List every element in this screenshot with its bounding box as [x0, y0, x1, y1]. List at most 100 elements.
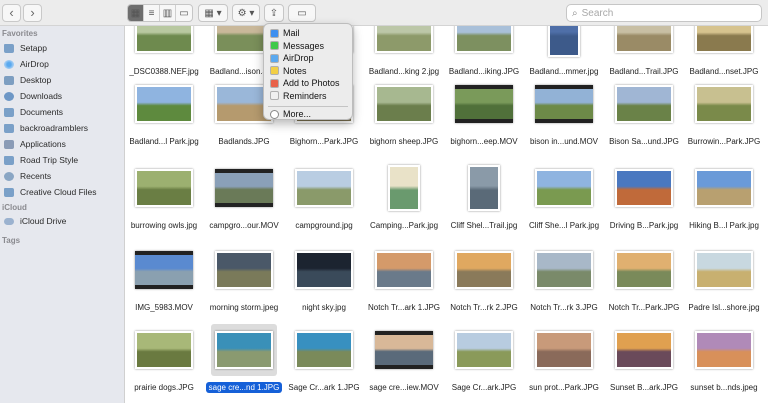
photo-thumbnail — [535, 85, 593, 123]
file-item[interactable]: bison in...und.MOV — [524, 78, 604, 158]
file-item[interactable]: morning storm.jpeg — [204, 244, 284, 324]
photo-thumbnail — [135, 251, 193, 289]
file-item[interactable]: Camping...Park.jpg — [364, 162, 444, 242]
file-item[interactable]: sunset b...nds.jpeg — [684, 324, 764, 403]
share-button[interactable]: ⇪ — [264, 4, 284, 22]
folder-icon — [4, 155, 14, 165]
file-name: bison in...und.MOV — [529, 137, 599, 146]
photo-thumbnail — [695, 85, 753, 123]
sidebar-item-documents[interactable]: Documents — [4, 105, 122, 119]
file-name: Badland...nset.JPG — [689, 67, 759, 76]
sidebar-item-label: iCloud Drive — [20, 216, 67, 226]
file-item[interactable]: Badland...l Park.jpg — [126, 78, 204, 158]
icon-view-button[interactable]: ▦ — [128, 5, 144, 21]
sidebar-item-creative-cloud-files[interactable]: Creative Cloud Files — [4, 185, 122, 199]
file-name: night sky.jpg — [302, 303, 346, 312]
file-item[interactable]: Notch Tr...Park.JPG — [604, 244, 684, 324]
share-menu-item-airdrop[interactable]: AirDrop — [270, 52, 350, 64]
file-item[interactable]: campgro...our.MOV — [204, 162, 284, 242]
file-item[interactable]: night sky.jpg — [284, 244, 364, 324]
file-thumbnail-frame — [531, 162, 597, 214]
sidebar-item-road-trip-style[interactable]: Road Trip Style — [4, 153, 122, 167]
file-thumbnail-frame — [211, 324, 277, 376]
search-input[interactable] — [581, 7, 742, 19]
list-view-button[interactable]: ≡ — [144, 5, 160, 21]
file-item[interactable]: bighorn...eep.MOV — [444, 78, 524, 158]
downloads-icon — [4, 91, 14, 101]
file-thumbnail-frame — [451, 78, 517, 130]
file-item[interactable]: Burrowin...Park.JPG — [684, 78, 764, 158]
share-menu-item-label: Notes — [283, 65, 307, 76]
sidebar-item-setapp[interactable]: Setapp — [4, 41, 122, 55]
file-name: campgro...our.MOV — [209, 221, 279, 230]
sidebar-item-label: Setapp — [20, 43, 47, 53]
share-menu-item-label: More... — [283, 109, 312, 119]
sidebar-item-downloads[interactable]: Downloads — [4, 89, 122, 103]
sidebar-item-airdrop[interactable]: AirDrop — [4, 57, 122, 71]
applications-icon — [4, 139, 14, 149]
file-item[interactable]: prairie dogs.JPG — [126, 324, 204, 403]
share-menu-item-notes[interactable]: Notes — [270, 65, 350, 77]
column-view-button[interactable]: ▥ — [160, 5, 176, 21]
file-item[interactable]: Sage Cr...ark 1.JPG — [284, 324, 364, 403]
file-item[interactable]: Driving B...Park.jpg — [604, 162, 684, 242]
gallery-view-button[interactable]: ▭ — [176, 5, 192, 21]
icloud-icon — [4, 217, 14, 225]
photo-thumbnail — [695, 26, 753, 53]
file-item[interactable]: Notch Tr...rk 3.JPG — [524, 244, 604, 324]
grid-icon: ▦ — [130, 7, 141, 19]
photo-thumbnail — [695, 169, 753, 207]
photo-thumbnail — [695, 251, 753, 289]
tag-button[interactable]: ▭ — [288, 4, 316, 22]
forward-button[interactable]: › — [23, 4, 42, 22]
sidebar-item-desktop[interactable]: Desktop — [4, 73, 122, 87]
share-menu-item-reminders[interactable]: Reminders — [270, 90, 350, 102]
photo-thumbnail — [295, 331, 353, 369]
file-item[interactable]: sage cre...nd 1.JPG — [204, 324, 284, 403]
file-item[interactable]: Sunset B...ark.JPG — [604, 324, 684, 403]
file-item[interactable]: Padre Isl...shore.jpg — [684, 244, 764, 324]
file-item[interactable]: campground.jpg — [284, 162, 364, 242]
back-button[interactable]: ‹ — [2, 4, 21, 22]
share-menu-item-add-to-photos[interactable]: Add to Photos — [270, 77, 350, 89]
file-item[interactable]: Cliff Shel...Trail.jpg — [444, 162, 524, 242]
file-item[interactable]: Bison Sa...und.JPG — [604, 78, 684, 158]
search-field[interactable]: ⌕ — [566, 4, 762, 22]
sidebar-item-icloud-drive[interactable]: iCloud Drive — [4, 214, 122, 228]
share-menu-item-mail[interactable]: Mail — [270, 27, 350, 39]
file-name: _DSC0388.NEF.jpg — [129, 67, 199, 76]
documents-icon — [4, 107, 14, 117]
recents-icon — [4, 171, 14, 181]
share-menu-item-messages[interactable]: Messages — [270, 40, 350, 52]
photo-thumbnail — [615, 26, 673, 53]
file-name: campground.jpg — [295, 221, 353, 230]
photo-thumbnail — [375, 331, 433, 369]
photo-thumbnail — [615, 85, 673, 123]
file-item[interactable]: Sage Cr...ark.JPG — [444, 324, 524, 403]
sidebar-item-recents[interactable]: Recents — [4, 169, 122, 183]
file-item[interactable]: IMG_5983.MOV — [126, 244, 204, 324]
columns-icon: ▥ — [162, 7, 173, 19]
photo-thumbnail — [215, 251, 273, 289]
file-item[interactable]: bighorn sheep.JPG — [364, 78, 444, 158]
photo-thumbnail — [375, 26, 433, 53]
file-item[interactable]: sun prot...Park.JPG — [524, 324, 604, 403]
file-thumbnail-frame — [691, 78, 757, 130]
file-item[interactable]: Notch Tr...ark 1.JPG — [364, 244, 444, 324]
share-menu: Mail Messages AirDrop Notes Add to Photos Rem… — [263, 23, 353, 120]
sidebar-item-applications[interactable]: Applications — [4, 137, 122, 151]
sidebar-item-backroadramblers[interactable]: backroadramblers — [4, 121, 122, 135]
file-item[interactable]: Notch Tr...rk 2.JPG — [444, 244, 524, 324]
file-name: IMG_5983.MOV — [135, 303, 193, 312]
action-button[interactable]: ⚙ ▾ — [232, 4, 260, 22]
file-item[interactable]: Cliff She...l Park.jpg — [524, 162, 604, 242]
share-menu-item-more[interactable]: More... — [270, 108, 350, 120]
file-item[interactable]: sage cre...iew.MOV — [364, 324, 444, 403]
group-by-button[interactable]: ▦ ▾ — [198, 4, 228, 22]
photo-thumbnail — [135, 331, 193, 369]
file-name: Badland...mmer.jpg — [529, 67, 599, 76]
share-menu-item-label: Mail — [283, 28, 300, 38]
photo-thumbnail — [615, 251, 673, 289]
file-item[interactable]: burrowing owls.jpg — [126, 162, 204, 242]
file-item[interactable]: Hiking B...l Park.jpg — [684, 162, 764, 242]
